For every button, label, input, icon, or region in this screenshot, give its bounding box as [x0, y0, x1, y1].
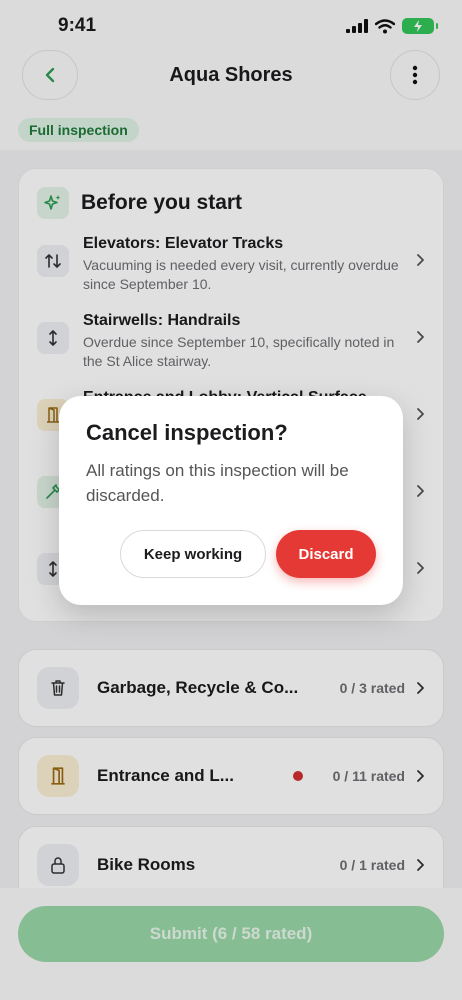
- dialog-message: All ratings on this inspection will be d…: [86, 461, 349, 505]
- dialog-title: Cancel inspection?: [86, 420, 288, 445]
- keep-working-button[interactable]: Keep working: [120, 530, 266, 578]
- discard-button[interactable]: Discard: [276, 530, 376, 578]
- cancel-inspection-dialog: Cancel inspection? All ratings on this i…: [59, 396, 403, 605]
- dialog-actions: Keep working Discard: [120, 530, 376, 578]
